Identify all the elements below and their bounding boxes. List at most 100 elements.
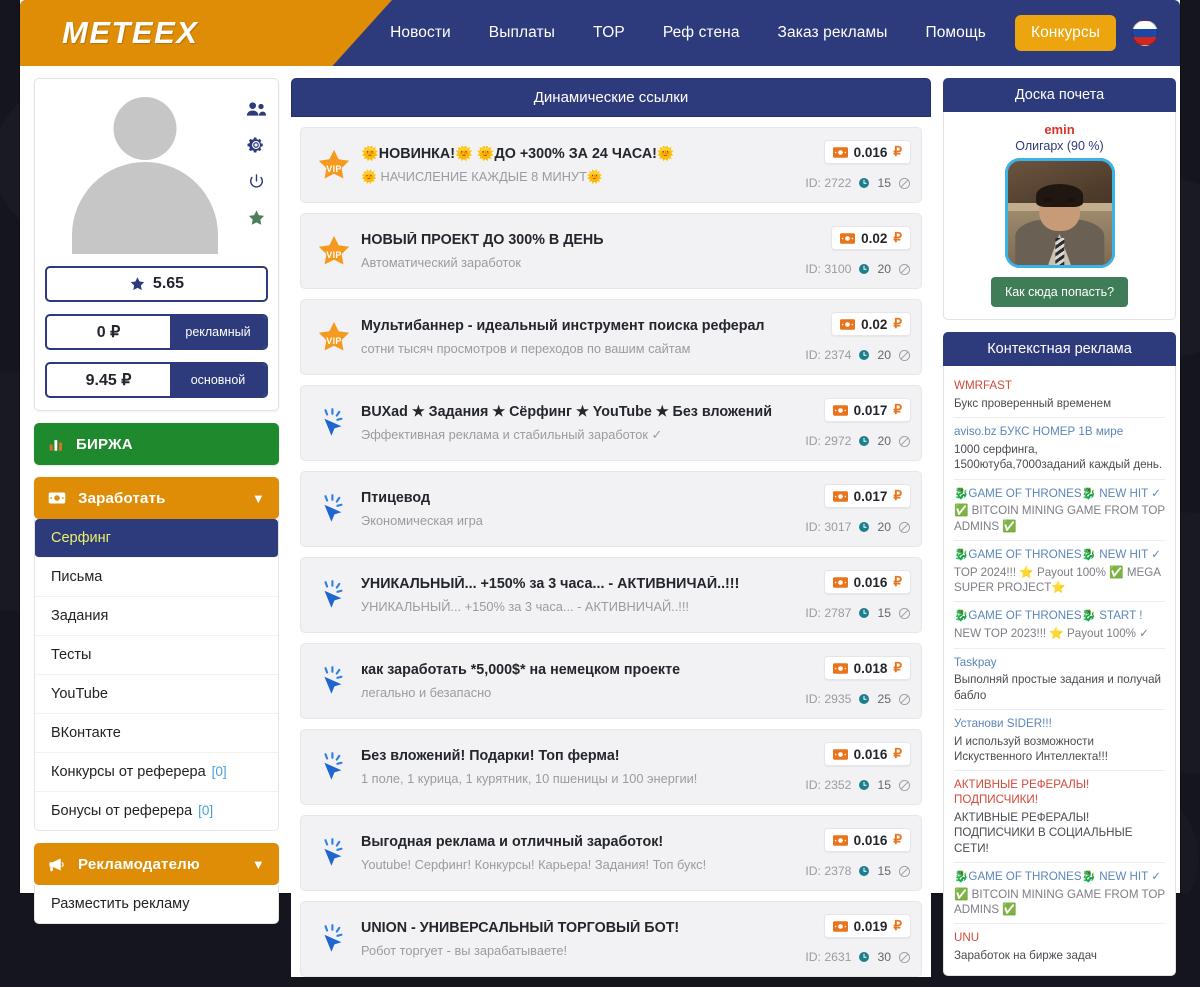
exchange-button[interactable]: БИРЖА — [34, 423, 279, 465]
price-value: 0.016 — [854, 747, 888, 762]
ad-item[interactable]: WMRFAST Букс проверенный временем — [954, 372, 1165, 418]
ad-title[interactable]: 🐉GAME OF THRONES🐉 NEW HIT ✓ — [954, 487, 1165, 502]
money-icon — [833, 921, 848, 932]
money-icon — [840, 319, 855, 330]
profile-action-icons — [246, 101, 266, 227]
ad-item[interactable]: 🐉GAME OF THRONES🐉 NEW HIT ✓ ✅ BITCOIN MI… — [954, 480, 1165, 541]
surf-item-id: ID: 2935 — [805, 692, 851, 706]
ad-item[interactable]: UNU Заработок на бирже задач — [954, 924, 1165, 969]
nav-item-news[interactable]: Новости — [371, 24, 470, 42]
nav-item-order-ads[interactable]: Заказ рекламы — [759, 24, 907, 42]
russia-flag-icon[interactable] — [1132, 20, 1158, 46]
ad-desc: И используй возможности Искуственного Ин… — [954, 734, 1165, 765]
referrals-icon[interactable] — [246, 101, 266, 117]
user-portrait-photo[interactable] — [1008, 161, 1112, 265]
surf-list-item[interactable]: УНИКАЛЬНЫЙ... +150% за 3 часа... - АКТИВ… — [300, 557, 922, 633]
sidebar-item-letters[interactable]: Письма — [35, 558, 278, 597]
ad-title[interactable]: 🐉GAME OF THRONES🐉 NEW HIT ✓ — [954, 870, 1165, 885]
ad-item[interactable]: Установи SIDER!!! И используй возможност… — [954, 710, 1165, 771]
surf-list-item[interactable]: VIP 🌞НОВИНКА!🌞 🌞ДО +300% ЗА 24 ЧАСА!🌞 🌞 … — [300, 127, 922, 203]
star-rating-icon[interactable] — [247, 209, 266, 227]
settings-gear-icon[interactable] — [247, 136, 265, 154]
logo[interactable]: METEEX — [20, 0, 392, 66]
sidebar-item-vkontakte[interactable]: ВКонтакте — [35, 714, 278, 753]
ad-item[interactable]: 🐉GAME OF THRONES🐉 NEW HIT ✓ ✅ BITCOIN MI… — [954, 863, 1165, 924]
currency-symbol: ₽ — [893, 316, 902, 332]
money-icon — [833, 663, 848, 674]
honor-user-name[interactable]: emin — [955, 122, 1164, 137]
ad-title[interactable]: Установи SIDER!!! — [954, 717, 1165, 732]
ad-title[interactable]: Taskpay — [954, 656, 1165, 671]
surf-item-title: Без вложений! Подарки! Топ ферма! — [361, 748, 779, 764]
surf-list-item[interactable]: VIP Мультибаннер - идеальный инструмент … — [300, 299, 922, 375]
advertiser-button[interactable]: Рекламодателю ▼ — [34, 843, 279, 885]
how-to-get-here-button[interactable]: Как сюда попасть? — [991, 277, 1128, 307]
vip-star-icon: VIP — [309, 319, 359, 355]
ad-item[interactable]: 🐉GAME OF THRONES🐉 START ! NEW TOP 2023!!… — [954, 602, 1165, 648]
power-logout-icon[interactable] — [248, 173, 265, 190]
surf-item-seconds: 20 — [877, 434, 891, 448]
earn-menu: Серфинг Письма Задания Тесты YouTube ВКо… — [34, 519, 279, 831]
surf-item-title: НОВЫЙ ПРОЕКТ ДО 300% В ДЕНЬ — [361, 232, 779, 248]
balance-ad-label: рекламный — [170, 316, 266, 348]
ad-title[interactable]: 🐉GAME OF THRONES🐉 START ! — [954, 609, 1165, 624]
surf-list-item[interactable]: UNION - УНИВЕРСАЛЬНЫЙ ТОРГОВЫЙ БОТ! Робо… — [300, 901, 922, 977]
ad-title[interactable]: UNU — [954, 931, 1165, 946]
money-icon — [833, 577, 848, 588]
sidebar-item-surfing[interactable]: Серфинг — [35, 519, 278, 558]
surf-item-text: как заработать *5,000$* на немецком прое… — [359, 662, 779, 700]
price-value: 0.017 — [854, 403, 888, 418]
default-avatar-icon[interactable] — [63, 91, 226, 254]
no-entry-icon — [898, 263, 911, 276]
ad-desc: 1000 серфинга, 1500ютуба,7000заданий каж… — [954, 442, 1165, 473]
ad-item[interactable]: Taskpay Выполняй простые задания и получ… — [954, 649, 1165, 710]
balance-ad-value: 0 ₽ — [47, 316, 170, 348]
currency-symbol: ₽ — [893, 746, 902, 762]
earn-button[interactable]: Заработать ▼ — [34, 477, 279, 519]
nav-item-payments[interactable]: Выплаты — [470, 24, 574, 42]
surf-item-seconds: 15 — [877, 176, 891, 190]
surf-item-status: ID: 2352 15 — [805, 778, 911, 792]
nav-item-ref-wall[interactable]: Реф стена — [644, 24, 759, 42]
ad-title[interactable]: WMRFAST — [954, 379, 1165, 394]
sidebar-item-tasks[interactable]: Задания — [35, 597, 278, 636]
sidebar-item-label: Бонусы от реферера — [51, 803, 192, 819]
surf-item-desc: сотни тысяч просмотров и переходов по ва… — [361, 341, 779, 356]
sidebar-item-tests[interactable]: Тесты — [35, 636, 278, 675]
surf-item-title: Выгодная реклама и отличный заработок! — [361, 834, 779, 850]
surf-list-item[interactable]: Без вложений! Подарки! Топ ферма! 1 поле… — [300, 729, 922, 805]
surf-item-seconds: 15 — [877, 778, 891, 792]
chevron-down-icon: ▼ — [252, 491, 265, 506]
nav-item-help[interactable]: Помощь — [906, 24, 1004, 42]
ad-title[interactable]: 🐉GAME OF THRONES🐉 NEW HIT ✓ — [954, 548, 1165, 563]
sidebar-item-count: [0] — [198, 803, 213, 818]
main-navigation: Новости Выплаты TOP Реф стена Заказ рекл… — [371, 0, 1158, 66]
surf-list-item[interactable]: VIP НОВЫЙ ПРОЕКТ ДО 300% В ДЕНЬ Автомати… — [300, 213, 922, 289]
currency-symbol: ₽ — [893, 230, 902, 246]
surf-item-id: ID: 2631 — [805, 950, 851, 964]
surf-item-title: УНИКАЛЬНЫЙ... +150% за 3 часа... - АКТИВ… — [361, 576, 779, 592]
sidebar-item-referrer-bonuses[interactable]: Бонусы от реферера [0] — [35, 792, 278, 830]
context-ads-panel: Контекстная реклама WMRFAST Букс провере… — [943, 332, 1176, 976]
ad-item[interactable]: aviso.bz БУКС НОМЕР 1В мире 1000 серфинг… — [954, 418, 1165, 479]
ad-desc: Букс проверенный временем — [954, 396, 1165, 411]
sidebar-item-referrer-contests[interactable]: Конкурсы от реферера[0] — [35, 753, 278, 792]
money-icon — [833, 405, 848, 416]
sidebar-item-place-ad[interactable]: Разместить рекламу — [35, 885, 278, 923]
ad-item[interactable]: АКТИВНЫЕ РЕФЕРАЛЫ!ПОДПИСЧИКИ! АКТИВНЫЕ Р… — [954, 771, 1165, 863]
surf-item-id: ID: 2722 — [805, 176, 851, 190]
ad-title[interactable]: aviso.bz БУКС НОМЕР 1В мире — [954, 425, 1165, 440]
surf-item-text: Без вложений! Подарки! Топ ферма! 1 поле… — [359, 748, 779, 786]
nav-item-contests[interactable]: Конкурсы — [1015, 15, 1116, 51]
surf-list-item[interactable]: Выгодная реклама и отличный заработок! Y… — [300, 815, 922, 891]
balance-ad-stat: 0 ₽ рекламный — [45, 314, 268, 350]
ad-title[interactable]: АКТИВНЫЕ РЕФЕРАЛЫ!ПОДПИСЧИКИ! — [954, 778, 1165, 808]
ad-item[interactable]: 🐉GAME OF THRONES🐉 NEW HIT ✓ TOP 2024!!! … — [954, 541, 1165, 602]
surf-list-item[interactable]: BUXad ★ Задания ★ Сёрфинг ★ YouTube ★ Бе… — [300, 385, 922, 461]
sidebar-item-youtube[interactable]: YouTube — [35, 675, 278, 714]
surf-item-meta: 0.02 ₽ ID: 2374 20 — [779, 312, 911, 362]
surf-list-item[interactable]: как заработать *5,000$* на немецком прое… — [300, 643, 922, 719]
price-badge: 0.019 ₽ — [824, 914, 911, 938]
nav-item-top[interactable]: TOP — [574, 24, 644, 42]
surf-list-item[interactable]: Птицевод Экономическая игра 0.017 ₽ ID: … — [300, 471, 922, 547]
